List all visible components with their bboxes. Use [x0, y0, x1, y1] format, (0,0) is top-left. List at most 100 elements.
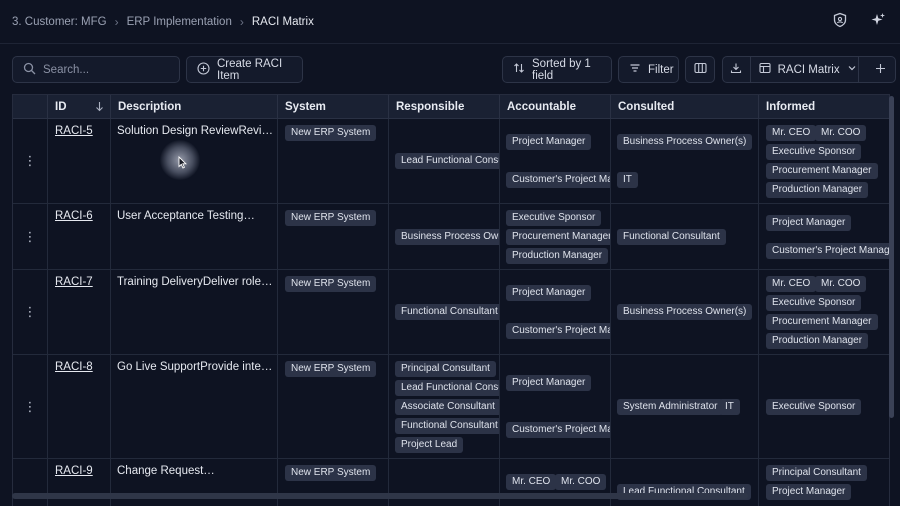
chevron-down-icon — [847, 63, 857, 76]
accountable-tag: Production Manager — [506, 248, 609, 264]
responsible-tag: Business Process Owner(s) — [395, 229, 499, 245]
toolbar: Search... Create RACI Item Sorted by 1 f… — [12, 56, 896, 83]
view-selector[interactable]: RACI Matrix — [758, 57, 859, 82]
informed-tag: Executive Sponsor — [766, 399, 862, 415]
description-text[interactable]: Go Live SupportProvide intensiv… — [117, 361, 273, 373]
table-header: ID Description System Responsible Accoun… — [13, 95, 889, 119]
filter-lines-icon — [629, 62, 641, 77]
description-text[interactable]: User Acceptance Testing… — [117, 210, 273, 222]
download-button[interactable] — [723, 57, 751, 82]
header-id-label: ID — [55, 101, 67, 113]
informed-tag: Production Manager — [766, 333, 869, 349]
search-icon — [23, 62, 36, 78]
columns-icon — [693, 62, 707, 77]
header-consulted[interactable]: Consulted — [611, 95, 759, 119]
row-menu-button[interactable]: ⋮ — [13, 355, 48, 458]
kebab-icon: ⋮ — [23, 153, 37, 168]
responsible-tag: Principal Consultant — [395, 361, 496, 377]
breadcrumb-current: RACI Matrix — [251, 15, 314, 28]
breadcrumb-separator: › — [239, 14, 244, 29]
header-system[interactable]: System — [278, 95, 389, 119]
informed-tag: Mr. CEO — [766, 125, 817, 141]
raci-id-link[interactable]: RACI-6 — [55, 210, 93, 222]
horizontal-scrollbar[interactable] — [12, 493, 748, 499]
filter-label: Filter — [648, 63, 674, 76]
system-tag: New ERP System — [285, 465, 377, 481]
table-row[interactable]: ⋮ RACI-7 Training DeliveryDeliver role-…… — [13, 270, 889, 355]
accountable-tag: Customer's Project Manager — [506, 323, 610, 339]
header-description[interactable]: Description — [111, 95, 278, 119]
table-row[interactable]: ⋮ RACI-5 Solution Design ReviewReview… N… — [13, 119, 889, 204]
kebab-icon: ⋮ — [23, 398, 37, 414]
informed-tag: Procurement Manager — [766, 314, 878, 330]
informed-tag: Mr. CEO — [766, 276, 817, 292]
top-bar: 3. Customer: MFG › ERP Implementation › … — [0, 0, 900, 44]
informed-tag: Mr. COO — [815, 276, 867, 292]
informed-tag: Project Manager — [766, 484, 852, 500]
accountable-tag: Project Manager — [506, 375, 592, 391]
shield-icon[interactable] — [830, 10, 850, 30]
vertical-scrollbar[interactable] — [889, 96, 894, 418]
table-row[interactable]: ⋮ RACI-8 Go Live SupportProvide intensiv… — [13, 355, 889, 459]
description-text[interactable]: Change Request… — [117, 465, 273, 477]
system-tag: New ERP System — [285, 361, 377, 377]
responsible-tag: Functional Consultant — [395, 418, 499, 434]
header-responsible[interactable]: Responsible — [389, 95, 500, 119]
consulted-tag: System Administrator — [617, 399, 724, 415]
header-id[interactable]: ID — [48, 95, 111, 119]
add-view-button[interactable] — [866, 57, 895, 82]
sort-label: Sorted by 1 field — [532, 57, 591, 82]
row-menu-button[interactable]: ⋮ — [13, 270, 48, 354]
consulted-tag: IT — [617, 172, 638, 188]
responsible-tag: Functional Consultant — [395, 304, 499, 320]
breadcrumb-project[interactable]: ERP Implementation — [127, 16, 232, 28]
informed-tag: Principal Consultant — [766, 465, 867, 481]
plus-icon — [875, 63, 886, 77]
consulted-tag: Business Process Owner(s) — [617, 134, 753, 150]
row-menu-button[interactable]: ⋮ — [13, 204, 48, 269]
accountable-tag: Mr. CEO — [506, 474, 557, 490]
header-informed[interactable]: Informed — [759, 95, 889, 119]
table-icon — [759, 62, 771, 77]
system-tag: New ERP System — [285, 276, 377, 292]
raci-id-link[interactable]: RACI-9 — [55, 465, 93, 477]
search-input[interactable]: Search... — [12, 56, 180, 83]
columns-button[interactable] — [685, 56, 715, 83]
responsible-tag: Lead Functional Consultant — [395, 153, 499, 169]
plus-circle-icon — [197, 61, 210, 78]
kebab-icon: ⋮ — [23, 304, 37, 319]
create-raci-item-label: Create RACI Item — [217, 57, 283, 82]
header-accountable[interactable]: Accountable — [500, 95, 611, 119]
create-raci-item-button[interactable]: Create RACI Item — [186, 56, 303, 83]
informed-tag: Executive Sponsor — [766, 144, 862, 160]
filter-button[interactable]: Filter — [618, 56, 679, 83]
raci-table: ID Description System Responsible Accoun… — [12, 94, 890, 506]
raci-id-link[interactable]: RACI-8 — [55, 361, 93, 373]
accountable-tag: Procurement Manager — [506, 229, 610, 245]
raci-id-link[interactable]: RACI-5 — [55, 125, 93, 137]
breadcrumb-customer[interactable]: 3. Customer: MFG — [12, 16, 107, 28]
table-row[interactable]: ⋮ RACI-6 User Acceptance Testing… New ER… — [13, 204, 889, 270]
sparkles-icon[interactable] — [868, 10, 888, 30]
informed-tag: Procurement Manager — [766, 163, 878, 179]
breadcrumb-separator: › — [114, 14, 119, 29]
raci-id-link[interactable]: RACI-7 — [55, 276, 93, 288]
kebab-icon: ⋮ — [23, 228, 37, 244]
informed-tag: Mr. COO — [815, 125, 867, 141]
accountable-tag: Project Manager — [506, 285, 592, 301]
accountable-tag: Executive Sponsor — [506, 210, 602, 226]
sort-desc-arrow-icon — [95, 101, 104, 115]
row-menu-button[interactable]: ⋮ — [13, 119, 48, 203]
download-icon — [730, 62, 742, 77]
informed-tag: Production Manager — [766, 182, 869, 198]
informed-tag: Customer's Project Manager — [766, 243, 889, 259]
consulted-tag: IT — [719, 399, 740, 415]
responsible-tag: Project Lead — [395, 437, 464, 453]
consulted-tag: Functional Consultant — [617, 229, 726, 245]
mouse-pointer-icon — [178, 155, 187, 172]
accountable-tag: Mr. COO — [555, 474, 607, 490]
sort-button[interactable]: Sorted by 1 field — [502, 56, 612, 83]
consulted-tag: Business Process Owner(s) — [617, 304, 753, 320]
description-text[interactable]: Solution Design ReviewReview… — [117, 125, 273, 137]
description-text[interactable]: Training DeliveryDeliver role-… — [117, 276, 273, 288]
